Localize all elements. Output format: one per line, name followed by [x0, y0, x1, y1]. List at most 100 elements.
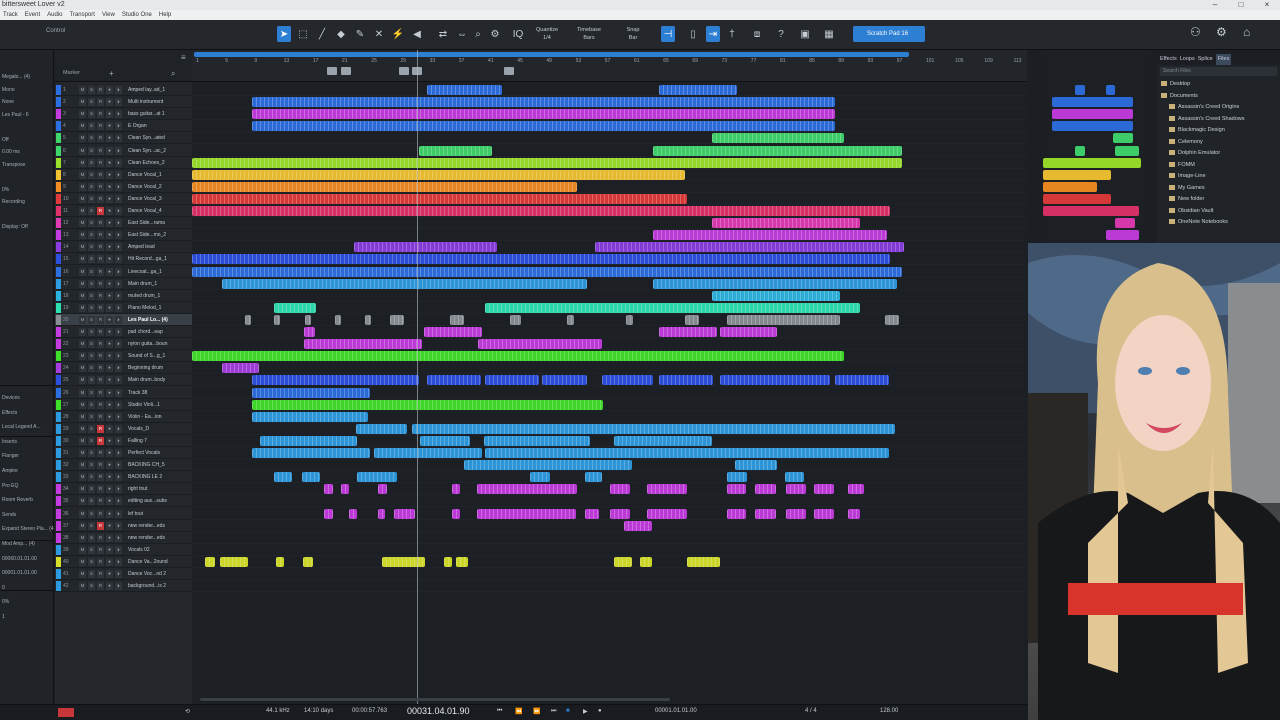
audio-event[interactable]: [614, 556, 632, 567]
scratch-pad-event[interactable]: [1043, 193, 1111, 204]
track-name[interactable]: Dance Vocal_4: [128, 205, 180, 217]
record-arm-button[interactable]: R: [97, 424, 104, 433]
record-arm-button[interactable]: R: [97, 194, 104, 203]
audio-event[interactable]: [712, 290, 840, 301]
play-button[interactable]: ⏵: [115, 582, 122, 591]
audio-event[interactable]: [303, 556, 313, 567]
record-arm-button[interactable]: R: [97, 86, 104, 94]
play-button[interactable]: ⏵: [115, 207, 122, 215]
track-header[interactable]: 1 M S R ● ⏵ Amped lay..ad_1: [55, 84, 192, 96]
track-name[interactable]: pad chord...eap: [128, 326, 180, 338]
snap-toggle-icon[interactable]: ⊣: [661, 26, 675, 42]
mute-button[interactable]: M: [79, 194, 86, 203]
inspector-field[interactable]: [0, 210, 54, 220]
inspector-field[interactable]: 0%: [0, 185, 54, 195]
track-color-swatch[interactable]: [56, 85, 61, 95]
inspector-field[interactable]: Room Reverb: [0, 495, 54, 505]
audio-event[interactable]: [647, 508, 687, 519]
play-button[interactable]: ⏵: [115, 461, 122, 470]
audio-event[interactable]: [419, 145, 492, 156]
play-button[interactable]: ⏵: [115, 352, 122, 361]
monitor-button[interactable]: ●: [106, 376, 113, 385]
menu-item[interactable]: Event: [25, 10, 40, 20]
audio-event[interactable]: [222, 278, 587, 289]
audio-event[interactable]: [424, 327, 482, 337]
browser-folder[interactable]: Blackmagic Design: [1169, 125, 1225, 136]
monitor-button[interactable]: ●: [106, 291, 113, 300]
back-icon[interactable]: ⏪: [515, 708, 522, 715]
play-button[interactable]: ⏵: [115, 303, 122, 312]
record-arm-button[interactable]: R: [97, 146, 104, 155]
browser-search-input[interactable]: Search Files: [1160, 67, 1277, 76]
play-button[interactable]: ⏵: [115, 449, 122, 457]
marker-flag[interactable]: [327, 67, 337, 75]
mute-button[interactable]: M: [79, 207, 86, 215]
link-icon[interactable]: ⧈: [750, 26, 764, 42]
track-lane[interactable]: [192, 520, 1027, 532]
solo-button[interactable]: S: [88, 497, 95, 506]
scratch-pad-event[interactable]: [1052, 121, 1133, 132]
monitor-button[interactable]: ●: [106, 436, 113, 445]
record-arm-button[interactable]: R: [97, 388, 104, 397]
stop-icon[interactable]: ■: [566, 708, 570, 714]
audio-event[interactable]: [687, 556, 720, 567]
record-arm-button[interactable]: R: [97, 315, 104, 324]
mute-button[interactable]: M: [79, 219, 86, 228]
audio-event[interactable]: [252, 448, 370, 458]
scratch-pad-button[interactable]: Scratch Pad 16: [853, 26, 925, 42]
track-color-swatch[interactable]: [56, 496, 61, 507]
audio-event[interactable]: [252, 121, 835, 132]
scratch-pad-event[interactable]: [1052, 109, 1133, 120]
inspector-field[interactable]: Flanger: [0, 451, 54, 461]
track-name[interactable]: Dance Va...2ound: [128, 556, 180, 568]
audio-event[interactable]: [324, 484, 333, 495]
track-color-swatch[interactable]: [56, 109, 61, 120]
record-arm-button[interactable]: R: [97, 570, 104, 578]
play-button[interactable]: ⏵: [115, 545, 122, 554]
audio-event[interactable]: [390, 314, 404, 325]
track-color-swatch[interactable]: [56, 363, 61, 374]
paint-tool-icon[interactable]: ✎: [353, 26, 367, 42]
monitor-button[interactable]: ●: [106, 533, 113, 542]
mute-button[interactable]: M: [79, 255, 86, 264]
record-arm-button[interactable]: R: [97, 473, 104, 482]
track-name[interactable]: Clean Echoes_2: [128, 157, 180, 169]
record-arm-button[interactable]: R: [97, 485, 104, 494]
track-header[interactable]: 28 M S R ● ⏵ Violin - Ea...ion: [55, 411, 192, 423]
solo-button[interactable]: S: [88, 86, 95, 94]
track-header[interactable]: 36 M S R ● ⏵ lef tout: [55, 508, 192, 520]
home-icon[interactable]: ⌂: [1243, 25, 1250, 39]
record-arm-button[interactable]: R: [97, 340, 104, 349]
monitor-button[interactable]: ●: [106, 340, 113, 349]
track-name[interactable]: Amped lead: [128, 241, 180, 253]
track-name[interactable]: Violin - Ea...ion: [128, 411, 180, 423]
browser-tab[interactable]: Splice: [1198, 54, 1213, 65]
inspector-field[interactable]: Local Legend A...: [0, 422, 54, 432]
monitor-button[interactable]: ●: [106, 449, 113, 457]
solo-button[interactable]: S: [88, 412, 95, 421]
monitor-button[interactable]: ●: [106, 279, 113, 288]
mute-button[interactable]: M: [79, 449, 86, 457]
record-arm-button[interactable]: R: [97, 376, 104, 385]
scratch-pad-event[interactable]: [1075, 85, 1085, 95]
audio-event[interactable]: [720, 375, 830, 386]
monitor-button[interactable]: ●: [106, 122, 113, 131]
monitor-button[interactable]: ●: [106, 473, 113, 482]
track-name[interactable]: Perfect Vocals: [128, 447, 180, 459]
audio-event[interactable]: [735, 460, 777, 471]
track-header[interactable]: 6 M S R ● ⏵ Clean Syn...ac_2: [55, 145, 192, 157]
marker-flag[interactable]: [504, 67, 514, 75]
scratch-pad-event[interactable]: [1043, 206, 1139, 216]
play-button[interactable]: ⏵: [115, 424, 122, 433]
monitor-button[interactable]: ●: [106, 545, 113, 554]
track-header[interactable]: 4 M S R ● ⏵ E Organ: [55, 120, 192, 133]
record-arm-button[interactable]: R: [97, 279, 104, 288]
track-header[interactable]: 18 M S R ● ⏵ muted drum_1: [55, 290, 192, 302]
audio-event[interactable]: [305, 314, 311, 325]
monitor-button[interactable]: ●: [106, 557, 113, 566]
audio-event[interactable]: [192, 266, 902, 277]
browser-folder[interactable]: OneNote Notebooks: [1169, 217, 1228, 228]
record-indicator[interactable]: [58, 708, 74, 717]
audio-event[interactable]: [727, 484, 746, 495]
mute-button[interactable]: M: [79, 98, 86, 107]
